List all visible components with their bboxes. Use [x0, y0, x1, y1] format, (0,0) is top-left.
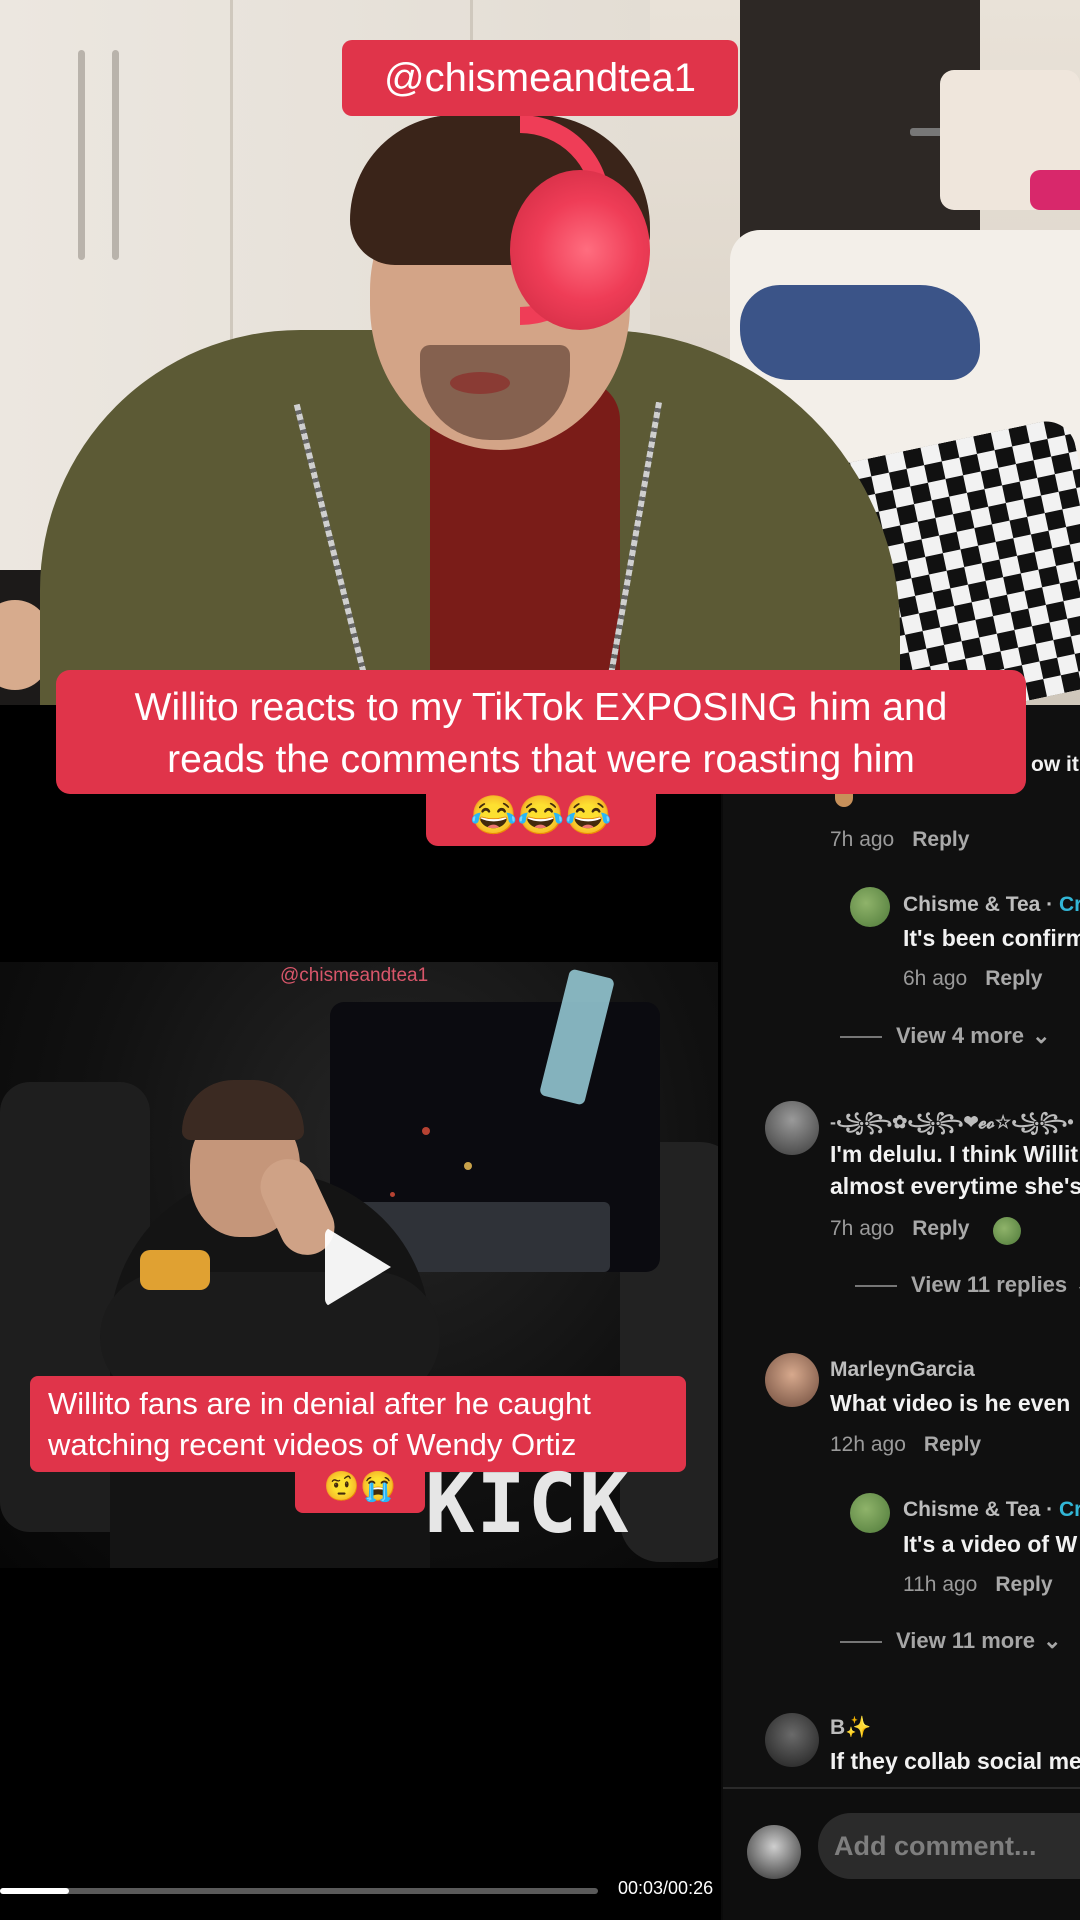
kick-logo: KICK — [425, 1457, 631, 1552]
avatar[interactable] — [765, 1353, 819, 1407]
main-caption-emoji: 😂😂😂 — [426, 790, 656, 846]
comment-text-line1: I'm delulu. I think Willit — [830, 1141, 1079, 1167]
blanket — [740, 285, 980, 380]
comment-time: 6h ago — [903, 967, 968, 990]
play-icon[interactable] — [325, 1227, 391, 1307]
creator-badge: Cr — [1058, 1498, 1080, 1521]
handle-badge: @chismeandtea1 — [342, 40, 738, 116]
comment-text: It's been confirm — [903, 925, 1080, 951]
comment-meta: 12h ago Reply — [830, 1433, 981, 1457]
add-comment-input[interactable]: Add comment... — [818, 1813, 1080, 1879]
avatar[interactable] — [850, 1493, 890, 1533]
video-person-phone — [140, 1250, 210, 1290]
video-progress-bar[interactable] — [0, 1888, 598, 1894]
comment-meta: 7h ago Reply — [830, 1217, 969, 1241]
comment-input-bar: Add comment... — [723, 1787, 1080, 1920]
comment-text: If they collab social me — [830, 1748, 1080, 1774]
comments-panel[interactable]: ow it 7h ago Reply Chisme & Tea · Cr It's… — [721, 705, 1080, 1920]
streamer-mouth — [450, 372, 510, 394]
reply-button[interactable]: Reply — [912, 828, 969, 851]
chevron-down-icon: ⌄ — [1075, 1272, 1080, 1297]
headset-icon — [510, 170, 650, 330]
comment-author[interactable]: Chisme & Tea · Cr — [903, 1498, 1080, 1522]
video-time: 00:03/00:26 — [618, 1878, 714, 1898]
comment-time: 12h ago — [830, 1433, 906, 1456]
video-caption-emoji: 🤨😭 — [295, 1467, 425, 1513]
comment-meta: 7h ago Reply — [830, 828, 969, 852]
reply-button[interactable]: Reply — [912, 1217, 969, 1240]
comment-meta: 11h ago Reply — [903, 1573, 1053, 1597]
creator-badge: Cr — [1058, 893, 1080, 916]
comment-fragment: ow it — [1031, 753, 1079, 776]
reply-button[interactable]: Reply — [985, 967, 1042, 990]
user-avatar[interactable] — [747, 1825, 801, 1879]
pink-pillow — [1030, 170, 1080, 210]
avatar[interactable] — [765, 1101, 819, 1155]
main-caption-line1: Willito reacts to my TikTok EXPOSING him… — [134, 686, 948, 729]
comment-text: It's a video of W — [903, 1531, 1078, 1557]
laughing-emoji: 😂😂😂 — [470, 795, 612, 837]
comment-author[interactable]: B✨ — [830, 1716, 871, 1740]
comment-meta: 6h ago Reply — [903, 967, 1042, 991]
reply-button[interactable]: Reply — [924, 1433, 981, 1456]
view-more-replies-button[interactable]: View 11 replies⌄ — [855, 1272, 1080, 1298]
video-progress-fill — [0, 1888, 69, 1894]
comment-text: What video is he even — [830, 1390, 1071, 1416]
comment-time: 7h ago — [830, 1217, 895, 1240]
comment-time: 7h ago — [830, 828, 895, 851]
main-caption: Willito reacts to my TikTok EXPOSING him… — [56, 670, 1026, 794]
chevron-down-icon: ⌄ — [1043, 1628, 1062, 1653]
comment-author[interactable]: Chisme & Tea · Cr — [903, 893, 1080, 917]
avatar[interactable] — [765, 1713, 819, 1767]
avatar[interactable] — [850, 887, 890, 927]
view-more-replies-button[interactable]: View 11 more ⌄ — [840, 1628, 1061, 1654]
creator-liked-avatar — [993, 1217, 1021, 1245]
view-more-replies-button[interactable]: View 4 more ⌄ — [840, 1023, 1050, 1049]
main-caption-line2: reads the comments that were roasting hi… — [167, 738, 915, 781]
video-watermark: @chismeandtea1 — [280, 965, 429, 986]
chevron-down-icon: ⌄ — [1032, 1023, 1051, 1048]
video-caption-line1: Willito fans are in denial after he caug… — [48, 1386, 591, 1421]
comment-author[interactable]: -꧁꧂✿꧁꧂❤𝓮𝓸☆꧁꧂• — [830, 1109, 1074, 1145]
embedded-tiktok-video[interactable]: @chismeandtea1 Willito fans are in denia… — [0, 962, 718, 1568]
comment-text-line2: almost everytime she's — [830, 1173, 1080, 1199]
video-person-hair — [182, 1080, 304, 1140]
reply-button[interactable]: Reply — [995, 1573, 1052, 1596]
emoji-icon — [835, 793, 853, 807]
comment-time: 11h ago — [903, 1573, 978, 1596]
comment-author[interactable]: MarleynGarcia — [830, 1358, 975, 1382]
